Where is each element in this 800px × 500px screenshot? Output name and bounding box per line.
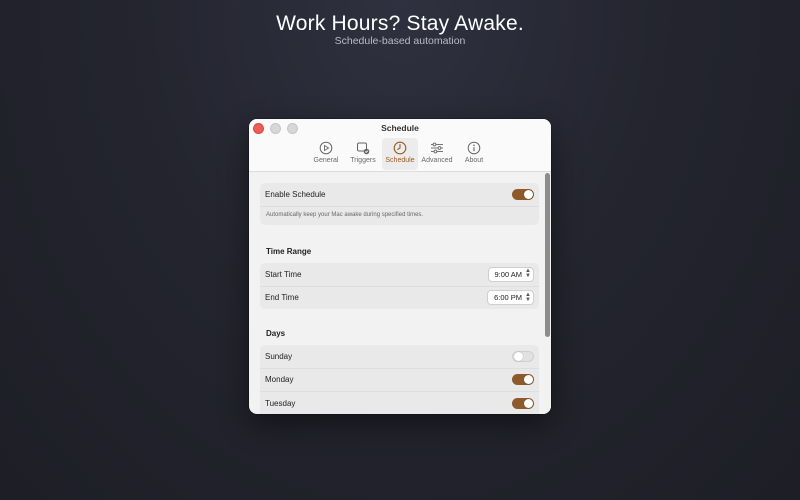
monday-toggle[interactable]	[512, 374, 534, 386]
end-time-row: End Time 6:00 PM ▲ ▼	[260, 287, 539, 310]
settings-content: Enable Schedule Automatically keep your …	[249, 172, 543, 414]
sunday-toggle[interactable]	[512, 350, 534, 362]
day-label: Sunday	[265, 351, 293, 361]
days-heading: Days	[266, 329, 286, 338]
hero-title: Work Hours? Stay Awake.	[276, 12, 524, 35]
enable-schedule-toggle[interactable]	[512, 188, 534, 200]
tab-label: General	[313, 157, 339, 164]
hero-subtitle: Schedule-based automation	[334, 35, 466, 47]
end-time-label: End Time	[265, 293, 299, 303]
day-label: Tuesday	[265, 398, 296, 408]
enable-schedule-row: Enable Schedule	[260, 183, 539, 207]
tab-schedule[interactable]: Schedule	[382, 138, 418, 170]
settings-window: Schedule General Triggers Schedule Advan…	[249, 119, 551, 414]
tab-label: Schedule	[385, 157, 415, 164]
tab-label: Advanced	[421, 157, 453, 164]
day-row-monday: Monday	[260, 369, 539, 392]
stepper-arrows-icon[interactable]: ▲ ▼	[525, 292, 531, 303]
tab-general[interactable]: General	[308, 138, 344, 170]
enable-schedule-group: Enable Schedule Automatically keep your …	[260, 183, 539, 225]
toggle-knob	[524, 189, 533, 199]
toolbar-tabs: General Triggers Schedule Advanced About	[249, 138, 551, 170]
gauge-icon	[319, 141, 333, 155]
start-time-value: 9:00 AM	[494, 269, 523, 279]
time-range-heading: Time Range	[266, 247, 312, 256]
toggle-knob	[514, 352, 523, 362]
start-time-picker[interactable]: 9:00 AM ▲ ▼	[487, 266, 534, 282]
sliders-icon	[431, 142, 443, 154]
tuesday-toggle[interactable]	[512, 397, 534, 409]
day-label: Monday	[265, 375, 294, 385]
scrollbar[interactable]	[543, 172, 551, 414]
tab-label: About	[464, 157, 484, 164]
days-group: Sunday Monday Tuesday	[260, 345, 539, 414]
start-time-label: Start Time	[265, 269, 302, 279]
toggle-knob	[524, 398, 533, 408]
stepper-arrows-icon[interactable]: ▲ ▼	[525, 268, 531, 279]
triggers-icon	[357, 142, 370, 155]
info-icon	[467, 141, 481, 155]
start-time-row: Start Time 9:00 AM ▲ ▼	[260, 263, 539, 287]
tab-about[interactable]: About	[456, 138, 492, 170]
window-titlebar: Schedule General Triggers Schedule Advan…	[249, 119, 551, 172]
tab-triggers[interactable]: Triggers	[345, 138, 381, 170]
window-title: Schedule	[381, 123, 419, 133]
toggle-knob	[524, 375, 533, 385]
day-row-tuesday: Tuesday	[260, 392, 539, 414]
time-range-group: Start Time 9:00 AM ▲ ▼ End Time 6:00 PM ▲…	[260, 263, 539, 309]
tab-advanced[interactable]: Advanced	[419, 138, 455, 170]
scrollbar-thumb[interactable]	[545, 173, 550, 337]
tab-label: Triggers	[350, 157, 376, 164]
clock-icon	[393, 141, 407, 155]
day-row-sunday: Sunday	[260, 345, 539, 369]
enable-schedule-label: Enable Schedule	[265, 189, 326, 199]
enable-schedule-description: Automatically keep your Mac awake during…	[266, 211, 424, 218]
end-time-value: 6:00 PM	[494, 293, 523, 303]
end-time-picker[interactable]: 6:00 PM ▲ ▼	[487, 290, 534, 306]
